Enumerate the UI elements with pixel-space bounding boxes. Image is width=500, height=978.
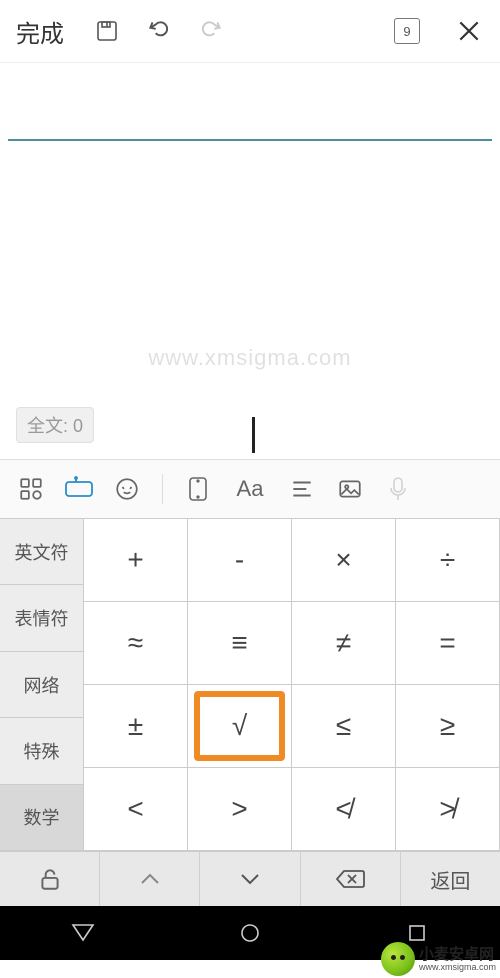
key-minus[interactable]: - bbox=[188, 519, 292, 602]
ime-back-button[interactable]: 返回 bbox=[401, 852, 500, 906]
done-button[interactable]: 完成 bbox=[10, 10, 70, 53]
category-emoticons[interactable]: 表情符 bbox=[0, 585, 84, 651]
arrow-up-icon[interactable] bbox=[100, 852, 200, 906]
mic-icon[interactable] bbox=[377, 468, 419, 510]
key-multiply[interactable]: × bbox=[292, 519, 396, 602]
editor-area[interactable]: 全文: 0 bbox=[0, 63, 500, 459]
word-count-badge: 全文: 0 bbox=[16, 407, 94, 443]
category-english-symbols[interactable]: 英文符 bbox=[0, 519, 84, 585]
android-nav-bar bbox=[0, 906, 500, 960]
fullscreen-icon[interactable] bbox=[177, 468, 219, 510]
key-approx[interactable]: ≈ bbox=[84, 602, 188, 685]
key-divide[interactable]: ÷ bbox=[396, 519, 500, 602]
category-list: 英文符 表情符 网络 特殊 数学 bbox=[0, 519, 84, 851]
arrow-down-icon[interactable] bbox=[200, 852, 300, 906]
key-notlt[interactable]: ≮ bbox=[292, 768, 396, 851]
key-plus[interactable]: + bbox=[84, 519, 188, 602]
ime-bottom-row: 返回 bbox=[0, 851, 500, 906]
title-field[interactable] bbox=[8, 63, 492, 141]
key-le[interactable]: ≤ bbox=[292, 685, 396, 768]
key-notgt[interactable]: ≯ bbox=[396, 768, 500, 851]
watermark-sub: www.xmsigma.com bbox=[419, 962, 496, 972]
nav-back-icon[interactable] bbox=[71, 921, 95, 945]
nav-home-icon[interactable] bbox=[238, 921, 262, 945]
key-equal[interactable]: = bbox=[396, 602, 500, 685]
page-indicator[interactable]: 9 bbox=[394, 18, 420, 44]
save-icon[interactable] bbox=[92, 16, 122, 46]
app-toolbar: 完成 9 bbox=[0, 0, 500, 63]
font-icon[interactable]: Aa bbox=[225, 468, 275, 510]
text-cursor bbox=[252, 417, 255, 453]
key-plusminus[interactable]: ± bbox=[84, 685, 188, 768]
body-field[interactable]: 全文: 0 bbox=[0, 141, 500, 461]
key-gt[interactable]: > bbox=[188, 768, 292, 851]
key-sqrt[interactable]: √ bbox=[188, 685, 292, 768]
keyboard-icon[interactable] bbox=[58, 468, 100, 510]
align-icon[interactable] bbox=[281, 468, 323, 510]
key-ge[interactable]: ≥ bbox=[396, 685, 500, 768]
symbol-keyboard: 英文符 表情符 网络 特殊 数学 + - × ÷ ≈ ≡ ≠ = ± √ ≤ ≥… bbox=[0, 518, 500, 851]
ime-toolbar: Aa bbox=[0, 459, 500, 518]
emoji-icon[interactable] bbox=[106, 468, 148, 510]
symbol-grid: + - × ÷ ≈ ≡ ≠ = ± √ ≤ ≥ < > ≮ ≯ bbox=[84, 519, 500, 851]
category-special[interactable]: 特殊 bbox=[0, 718, 84, 784]
key-notequal[interactable]: ≠ bbox=[292, 602, 396, 685]
category-math[interactable]: 数学 bbox=[0, 785, 84, 851]
undo-icon[interactable] bbox=[144, 16, 174, 46]
close-button[interactable] bbox=[448, 18, 490, 44]
key-lt[interactable]: < bbox=[84, 768, 188, 851]
nav-recent-icon[interactable] bbox=[405, 921, 429, 945]
key-identical[interactable]: ≡ bbox=[188, 602, 292, 685]
backspace-icon[interactable] bbox=[301, 852, 401, 906]
apps-icon[interactable] bbox=[10, 468, 52, 510]
image-icon[interactable] bbox=[329, 468, 371, 510]
category-internet[interactable]: 网络 bbox=[0, 652, 84, 718]
redo-icon bbox=[196, 16, 226, 46]
lock-toggle[interactable] bbox=[0, 852, 100, 906]
